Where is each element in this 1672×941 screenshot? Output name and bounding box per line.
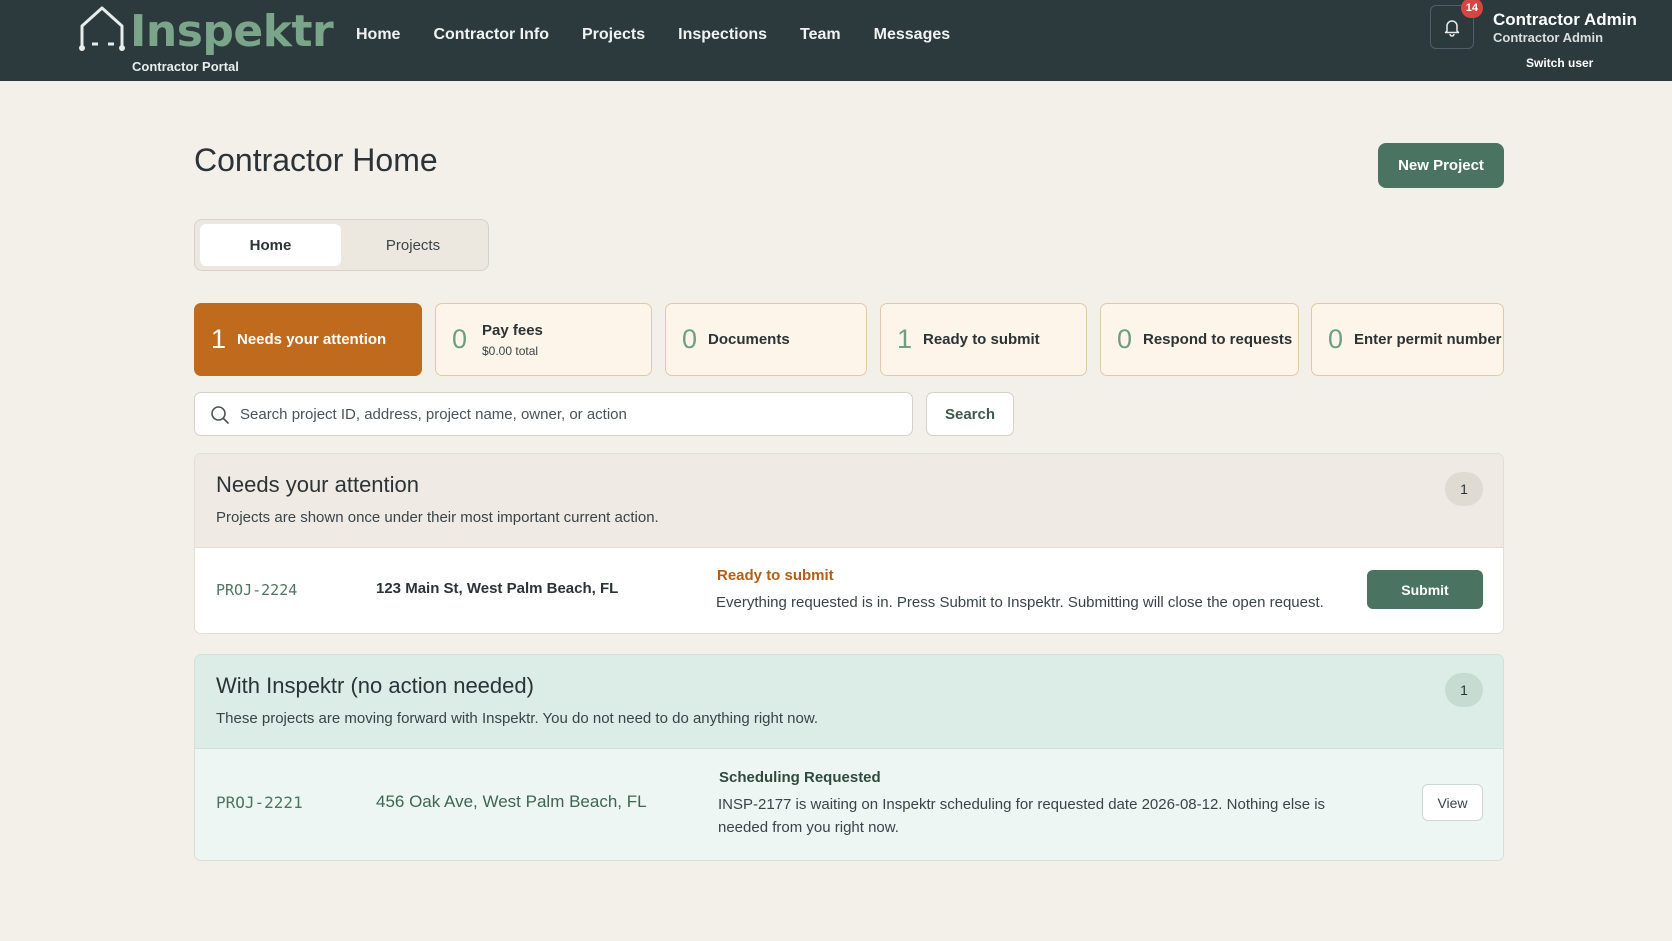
house-logo-icon (79, 6, 125, 51)
stat-label: Pay fees (482, 321, 543, 339)
stat-card-needs-attention[interactable]: 1 Needs your attention (194, 303, 422, 376)
project-id[interactable]: PROJ-2224 (216, 581, 297, 599)
section-count-badge: 1 (1445, 673, 1483, 707)
nav-team[interactable]: Team (800, 26, 841, 44)
stat-label: Needs your attention (237, 331, 387, 348)
section-description: These projects are moving forward with I… (216, 710, 819, 727)
nav-inspections[interactable]: Inspections (678, 26, 767, 44)
user-name: Contractor Admin (1493, 10, 1637, 29)
nav-contractor-info[interactable]: Contractor Info (433, 26, 549, 44)
project-status: Scheduling Requested (719, 769, 881, 786)
brand-logo[interactable]: Inspektr Contractor Portal (78, 4, 334, 76)
nav-messages[interactable]: Messages (874, 26, 951, 44)
tab-projects[interactable]: Projects (343, 224, 483, 266)
stat-count: 0 (682, 324, 698, 354)
stat-card-enter-permit-number[interactable]: 0 Enter permit number (1311, 303, 1504, 376)
page-title: Contractor Home (194, 142, 438, 178)
stat-count: 1 (211, 324, 227, 354)
section-count-badge: 1 (1445, 472, 1483, 506)
stat-sublabel: $0.00 total (482, 343, 539, 358)
view-button[interactable]: View (1422, 784, 1483, 821)
section-title: Needs your attention (216, 472, 420, 497)
stat-label: Documents (708, 331, 790, 348)
project-row: PROJ-2221 456 Oak Ave, West Palm Beach, … (195, 749, 1503, 860)
project-address: 123 Main St, West Palm Beach, FL (376, 580, 619, 597)
project-address: 456 Oak Ave, West Palm Beach, FL (376, 792, 647, 811)
brand-name: Inspektr (130, 6, 334, 57)
stat-count: 1 (897, 324, 913, 354)
brand-subtitle: Contractor Portal (132, 59, 239, 74)
section-header: Needs your attention Projects are shown … (195, 454, 1503, 548)
submit-button[interactable]: Submit (1367, 570, 1483, 609)
main-nav: Home Contractor Info Projects Inspection… (356, 26, 983, 44)
stat-count: 0 (452, 324, 468, 354)
stat-card-documents[interactable]: 0 Documents (665, 303, 867, 376)
notifications-button[interactable]: 14 (1430, 0, 1483, 49)
stat-label: Enter permit number (1354, 331, 1502, 348)
top-navigation-bar: Inspektr Contractor Portal Home Contract… (0, 0, 1672, 81)
section-title: With Inspektr (no action needed) (216, 673, 534, 698)
stat-card-pay-fees[interactable]: 0 Pay fees $0.00 total (435, 303, 652, 376)
new-project-button[interactable]: New Project (1378, 143, 1504, 188)
search-icon (211, 406, 229, 424)
stat-label: Respond to requests (1143, 331, 1293, 348)
search-field (194, 392, 913, 436)
view-tabs: Home Projects (194, 219, 489, 271)
notification-count-badge: 14 (1460, 0, 1483, 18)
stat-card-respond-to-requests[interactable]: 0 Respond to requests (1100, 303, 1299, 376)
project-status-note: Everything requested is in. Press Submit… (716, 594, 1324, 611)
tab-home[interactable]: Home (200, 224, 341, 266)
search-button[interactable]: Search (926, 392, 1014, 436)
stat-count: 0 (1328, 324, 1344, 354)
stat-label: Ready to submit (923, 331, 1040, 348)
needs-attention-section: Needs your attention Projects are shown … (194, 453, 1504, 634)
nav-projects[interactable]: Projects (582, 26, 645, 44)
with-inspektr-section: With Inspektr (no action needed) These p… (194, 654, 1504, 861)
section-header: With Inspektr (no action needed) These p… (195, 655, 1503, 749)
user-role: Contractor Admin (1493, 30, 1604, 45)
search-input[interactable] (240, 393, 900, 435)
nav-home[interactable]: Home (356, 26, 400, 44)
switch-user-link[interactable]: Switch user (1526, 56, 1593, 70)
project-status-note: INSP-2177 is waiting on Inspektr schedul… (718, 796, 1326, 836)
bell-icon (1444, 20, 1460, 37)
stat-count: 0 (1117, 324, 1133, 354)
project-status: Ready to submit (717, 567, 834, 584)
project-id[interactable]: PROJ-2221 (216, 793, 303, 812)
stat-card-ready-to-submit[interactable]: 1 Ready to submit (880, 303, 1087, 376)
section-description: Projects are shown once under their most… (216, 509, 659, 526)
project-row: PROJ-2224 123 Main St, West Palm Beach, … (195, 548, 1503, 633)
